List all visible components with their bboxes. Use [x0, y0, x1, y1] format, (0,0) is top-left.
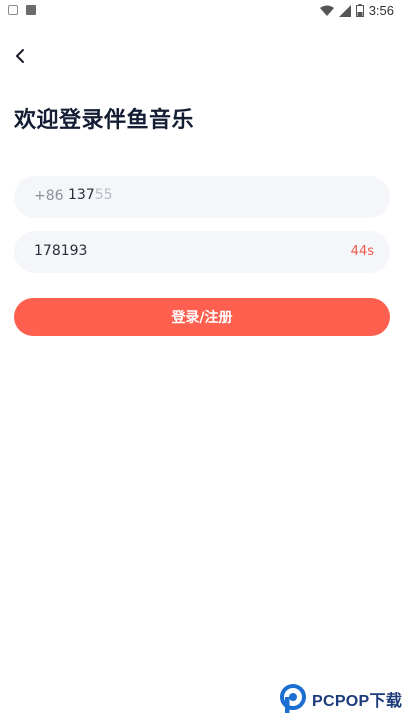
phone-field[interactable]: +86 13755	[14, 176, 390, 218]
watermark: PCPOP下载	[280, 684, 402, 714]
status-time: 3:56	[368, 3, 394, 18]
signal-icon	[338, 4, 351, 17]
back-button[interactable]	[8, 44, 32, 68]
wifi-icon	[319, 5, 334, 16]
country-code[interactable]: +86	[34, 188, 64, 204]
status-left-icons	[8, 5, 36, 15]
chevron-left-icon	[16, 49, 24, 63]
login-register-button[interactable]: 登录/注册	[14, 298, 390, 336]
status-right-icons: 3:56	[319, 3, 394, 18]
phone-input-value-faded: 55	[94, 187, 113, 203]
a-icon	[26, 5, 36, 15]
pcpop-logo-icon	[280, 684, 306, 713]
verification-code-field[interactable]: 178193 44s	[14, 231, 390, 273]
resend-countdown: 44s	[350, 244, 374, 259]
page-title: 欢迎登录伴鱼音乐	[14, 108, 195, 133]
status-bar: 3:56	[0, 0, 404, 24]
verification-code-input[interactable]: 178193	[34, 243, 87, 259]
phone-input-value: 137	[68, 187, 95, 203]
watermark-text: PCPOP下载	[312, 693, 403, 710]
phone-input[interactable]: 13755	[68, 187, 113, 203]
keyboard-icon	[8, 5, 18, 15]
battery-icon	[355, 4, 364, 17]
